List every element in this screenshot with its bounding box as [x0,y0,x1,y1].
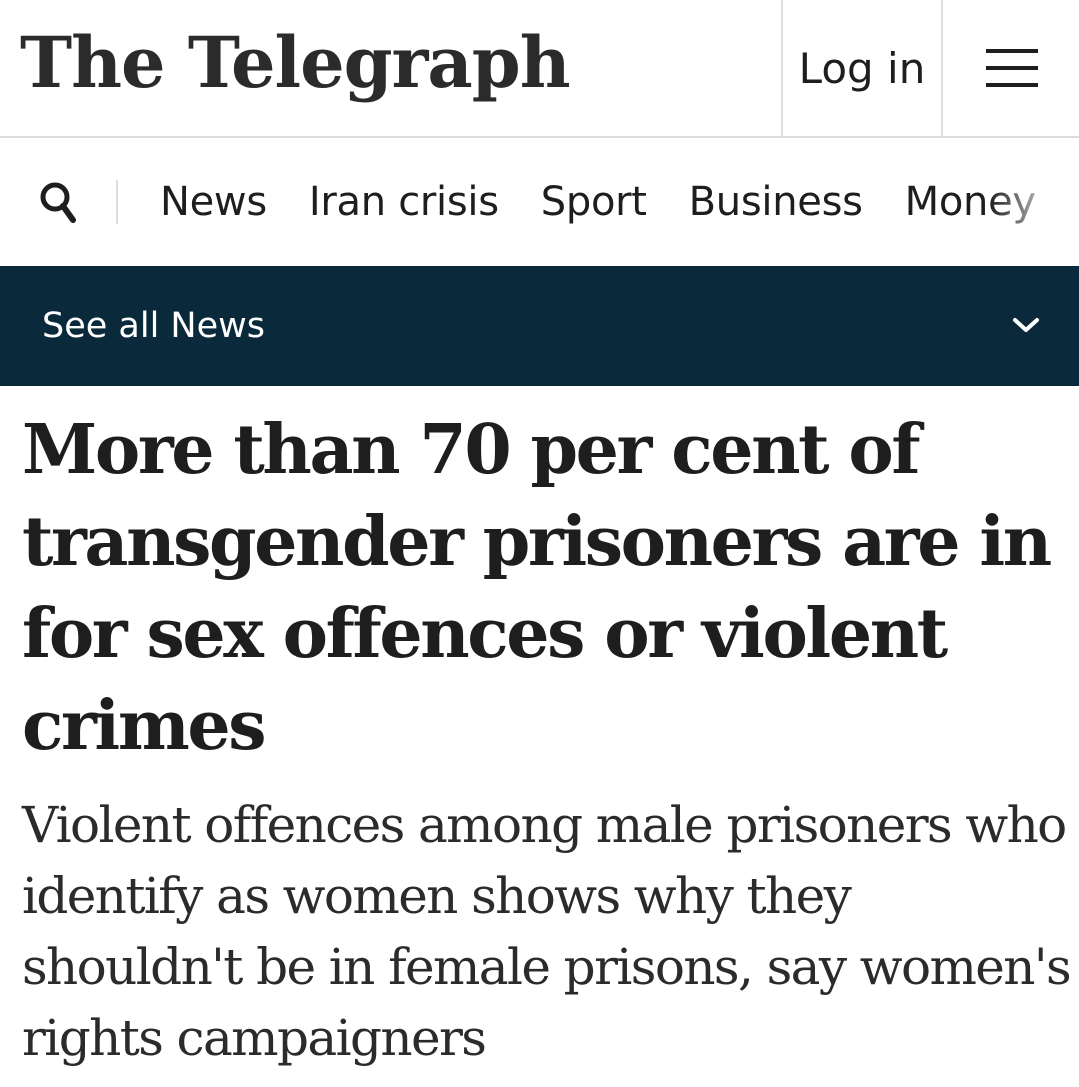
search-button[interactable] [36,178,80,228]
nav-item-news[interactable]: News [160,179,267,225]
login-button[interactable]: Log in [781,0,943,136]
see-all-news-label: See all News [42,306,266,346]
nav-items: News Iran crisis Sport Business Money [160,174,1078,230]
nav-item-sport[interactable]: Sport [541,179,647,225]
article-headline: More than 70 per cent of transgender pri… [22,410,1052,766]
see-all-news-toggle[interactable]: See all News [0,266,1079,386]
nav-item-money[interactable]: Money [905,179,1036,225]
search-icon [40,182,76,223]
nav-divider [116,180,118,224]
chevron-down-icon [1013,318,1039,332]
primary-nav: News Iran crisis Sport Business Money [0,138,1079,266]
nav-item-business[interactable]: Business [689,179,863,225]
telegraph-logo[interactable]: The Telegraph [20,18,571,108]
menu-button[interactable] [945,0,1079,136]
hamburger-menu-icon [986,49,1038,87]
nav-item-iran-crisis[interactable]: Iran crisis [309,179,499,225]
article-standfirst: Violent offences among male prisoners wh… [22,796,1072,1067]
site-header: The Telegraph Log in [0,0,1079,138]
